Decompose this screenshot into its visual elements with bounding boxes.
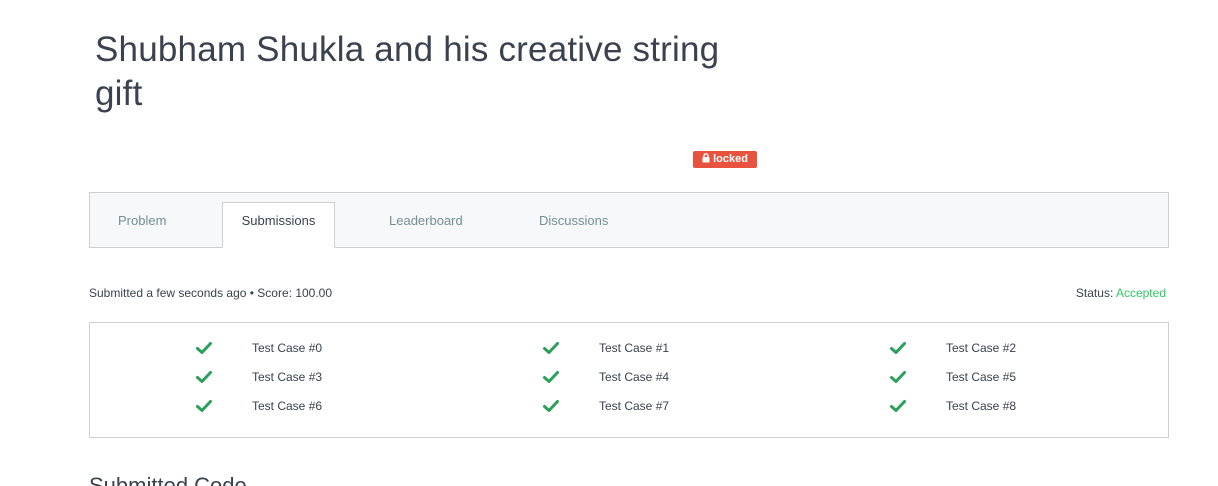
- test-case-label: Test Case #6: [252, 399, 323, 413]
- page-title: Shubham Shukla and his creative string g…: [95, 30, 720, 113]
- tab-leaderboard[interactable]: Leaderboard: [389, 193, 463, 248]
- test-case-label: Test Case #2: [946, 341, 1017, 355]
- submission-status: Status: Accepted: [1076, 286, 1166, 300]
- check-icon: [196, 342, 212, 354]
- check-icon: [196, 371, 212, 383]
- test-case-label: Test Case #8: [946, 399, 1017, 413]
- check-icon: [543, 371, 559, 383]
- test-case-label: Test Case #1: [599, 341, 670, 355]
- check-icon: [890, 371, 906, 383]
- tab-bar: Problem Submissions Leaderboard Discussi…: [89, 192, 1169, 248]
- check-icon: [543, 342, 559, 354]
- tab-problem[interactable]: Problem: [118, 193, 166, 248]
- status-label: Status:: [1075, 286, 1114, 300]
- submission-summary: Submitted a few seconds ago • Score: 100…: [89, 286, 333, 300]
- test-case-label: Test Case #7: [599, 399, 670, 413]
- check-icon: [543, 400, 559, 412]
- tab-submissions[interactable]: Submissions: [222, 202, 335, 248]
- test-case-label: Test Case #4: [599, 370, 670, 384]
- test-case-panel: Test Case #0 Test Case #1 Test Case #2 T…: [89, 322, 1169, 438]
- lock-icon: [702, 153, 710, 163]
- check-icon: [196, 400, 212, 412]
- tab-discussions[interactable]: Discussions: [539, 193, 608, 248]
- locked-badge-label: locked: [713, 153, 748, 165]
- check-icon: [890, 342, 906, 354]
- test-case-label: Test Case #0: [252, 341, 323, 355]
- submission-page: Shubham Shukla and his creative string g…: [0, 0, 1218, 486]
- check-icon: [890, 400, 906, 412]
- status-value: Accepted: [1115, 286, 1166, 300]
- test-case-label: Test Case #5: [946, 370, 1017, 384]
- test-case-label: Test Case #3: [252, 370, 323, 384]
- locked-badge: locked: [693, 151, 757, 168]
- submitted-code-heading: Submitted Code: [89, 473, 247, 486]
